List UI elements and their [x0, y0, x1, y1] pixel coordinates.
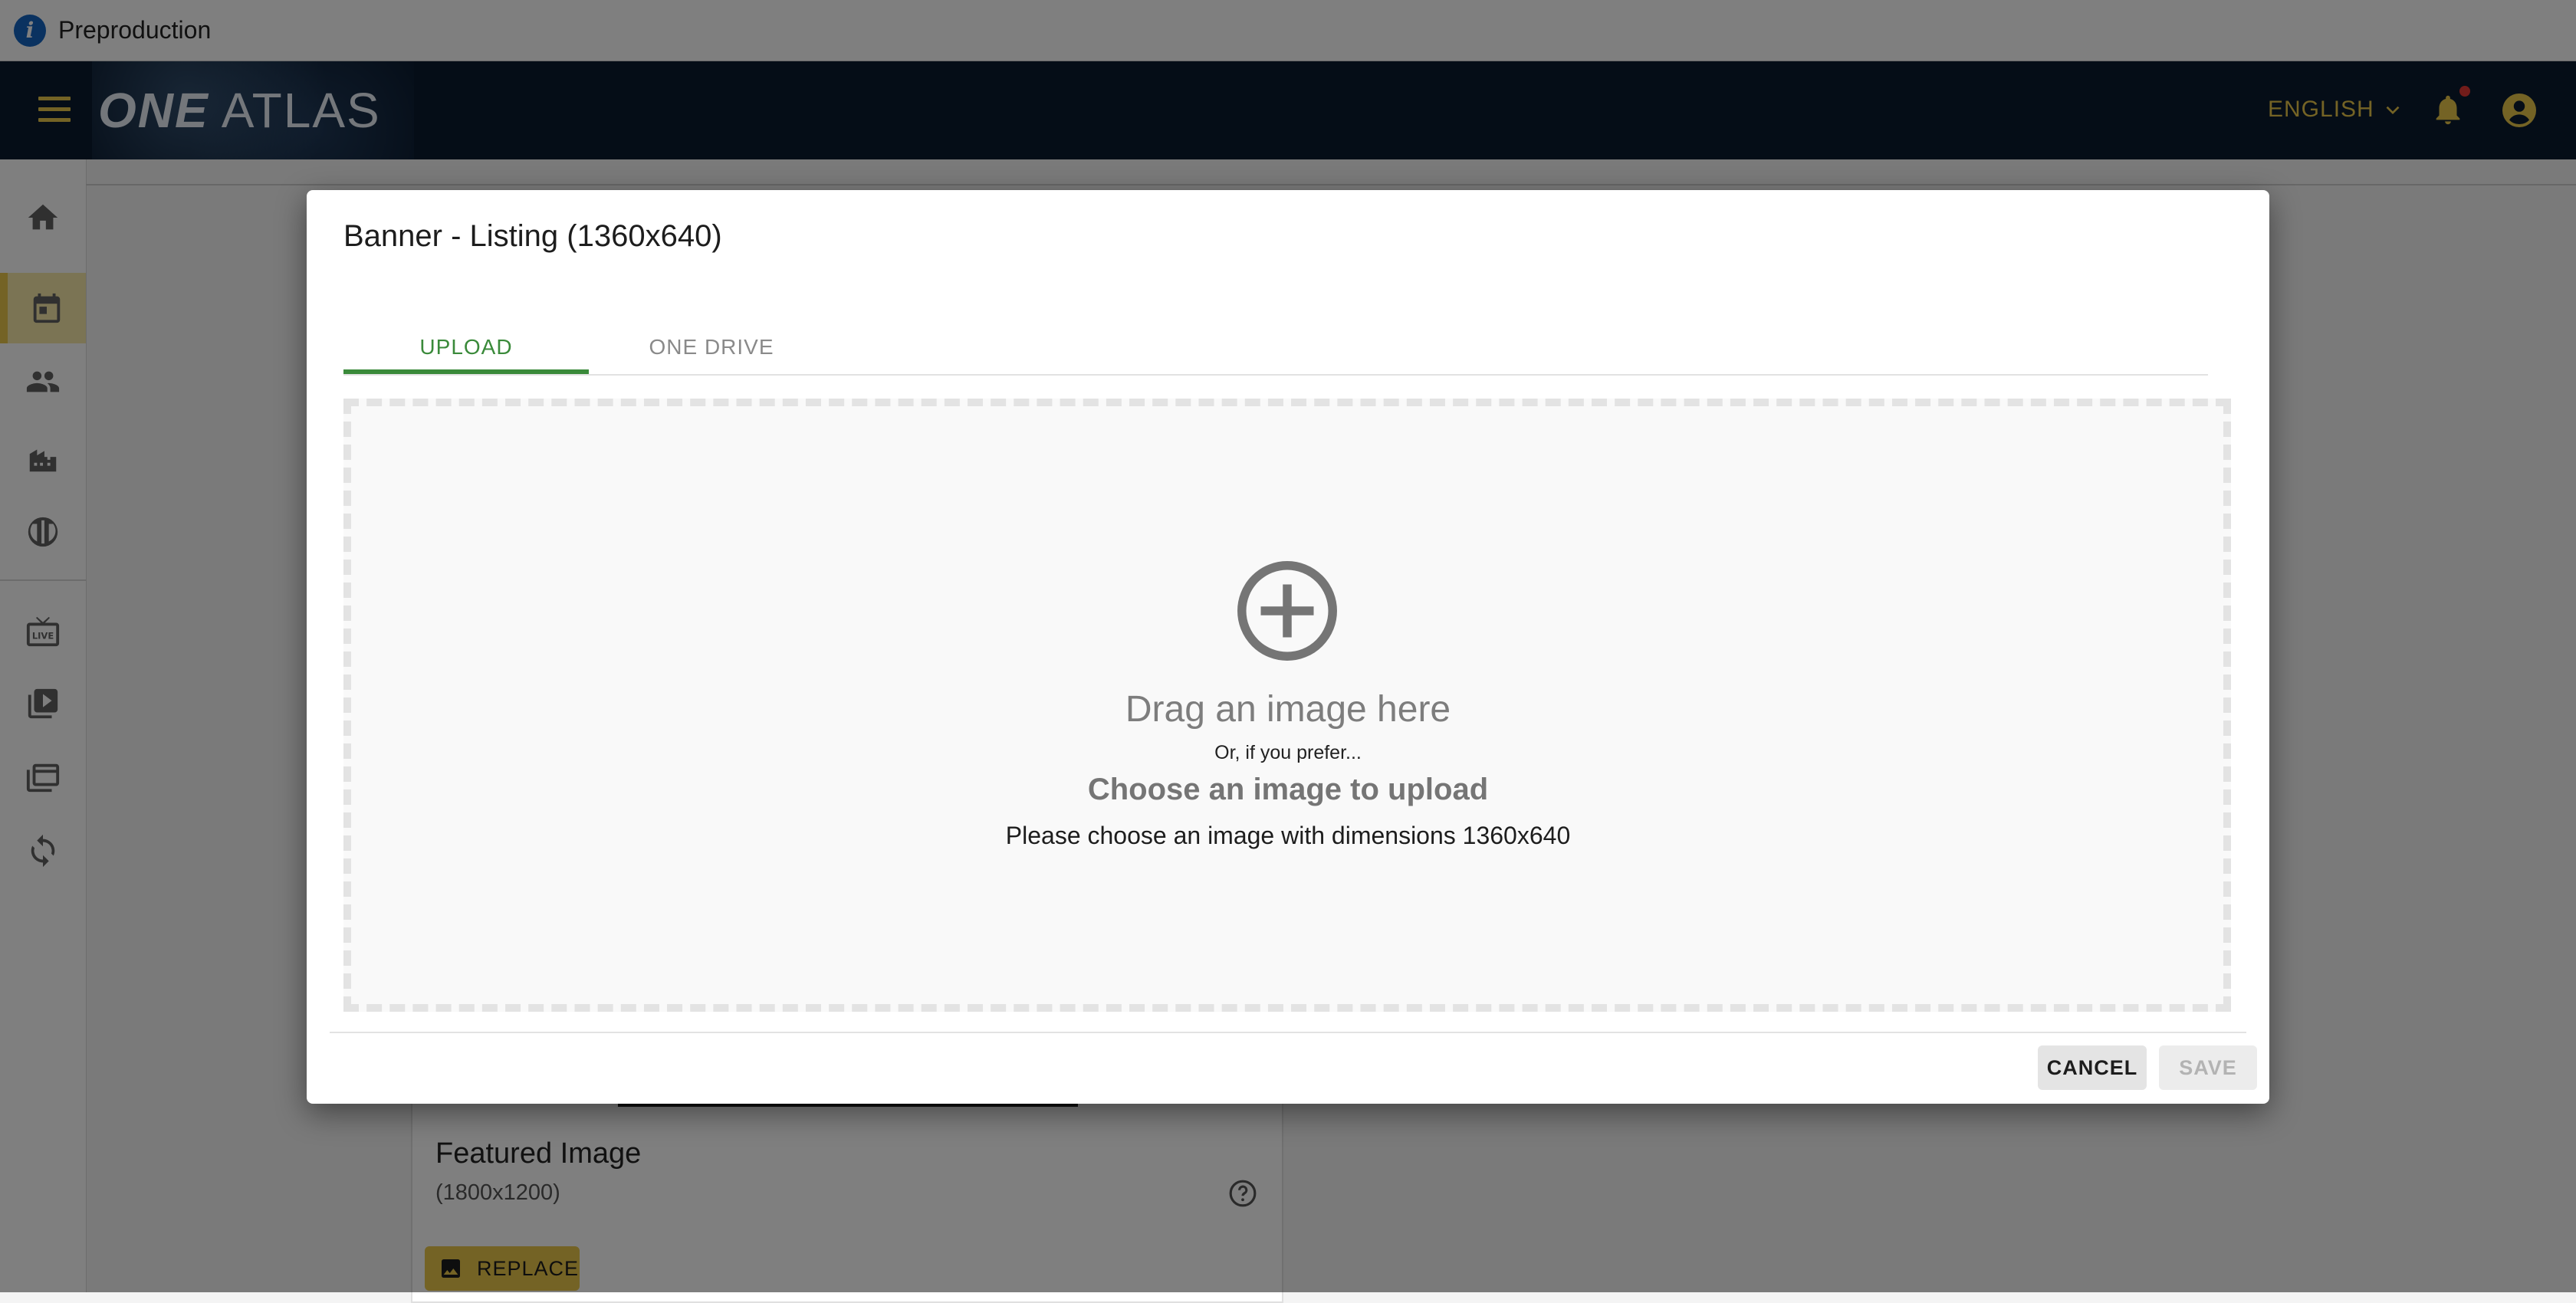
save-button[interactable]: SAVE	[2159, 1045, 2257, 1090]
tab-upload[interactable]: UPLOAD	[343, 320, 589, 374]
cancel-button[interactable]: CANCEL	[2038, 1045, 2147, 1090]
drag-instruction: Drag an image here	[1125, 689, 1451, 730]
dimension-hint: Please choose an image with dimensions 1…	[1005, 822, 1571, 849]
dialog-title: Banner - Listing (1360x640)	[343, 219, 722, 253]
actions-divider	[330, 1032, 2246, 1033]
active-tab-indicator	[343, 369, 589, 374]
tab-one-drive[interactable]: ONE DRIVE	[589, 320, 834, 374]
add-circle-icon[interactable]	[1234, 558, 1340, 664]
tabs-divider	[343, 374, 2208, 376]
or-text: Or, if you prefer...	[1214, 742, 1362, 763]
choose-image-link[interactable]: Choose an image to upload	[905, 773, 1671, 807]
